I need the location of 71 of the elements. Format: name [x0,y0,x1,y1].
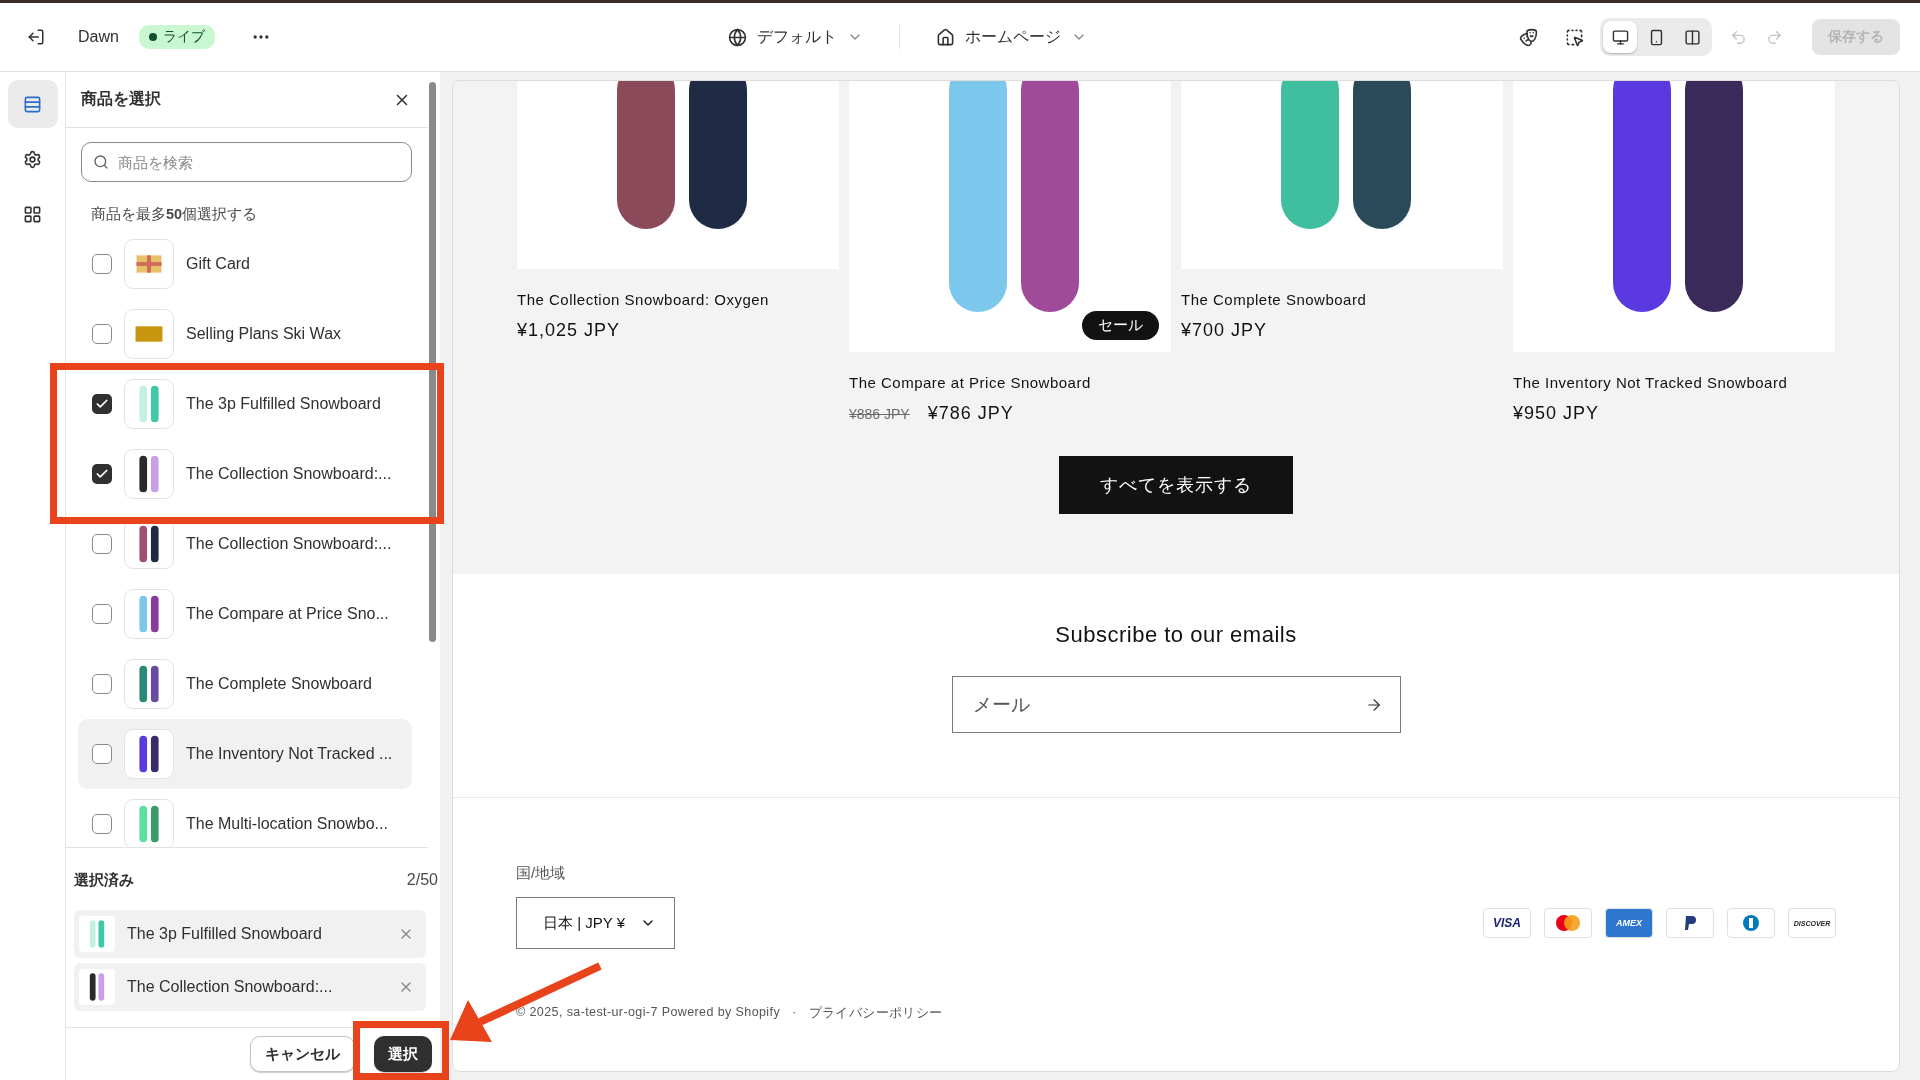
product-price: ¥700 JPY [1181,320,1268,341]
sections-icon[interactable] [7,80,58,128]
compare-at-price: ¥886 JPY [849,406,910,422]
panel-title: 商品を選択 [81,89,161,109]
subscribe-heading: Subscribe to our emails [1055,622,1297,648]
selected-product-name: The 3p Fulfilled Snowboard [127,925,323,943]
amex-card-logo: AMEX [1605,908,1653,938]
check-icon [95,397,109,411]
checkbox[interactable] [92,814,112,834]
product-thumbnail [124,659,174,709]
product-title[interactable]: The Collection Snowboard: Oxygen [517,291,839,308]
selected-heading: 選択済み [74,870,134,890]
sale-badge: セール [1082,311,1159,340]
product-name: Selling Plans Ski Wax [186,325,342,343]
checkbox[interactable] [92,324,112,344]
diners-card-logo [1727,908,1775,938]
product-name: The Collection Snowboard:... [186,465,392,483]
product-name: The Inventory Not Tracked ... [186,745,393,763]
visa-card-logo: VISA [1483,908,1531,938]
checkbox[interactable] [92,604,112,624]
product-name: The Collection Snowboard:... [186,535,392,553]
product-name: The Compare at Price Sno... [186,605,389,623]
home-icon [936,27,955,47]
search-field[interactable]: 商品を検索 [81,142,412,182]
product-thumbnail [124,309,174,359]
selected-product-name: The Collection Snowboard:... [127,978,334,996]
paypal-logo [1666,908,1714,938]
check-icon [95,467,109,481]
selected-count: 2/50 [406,871,438,889]
product-name: The Complete Snowboard [186,675,372,693]
email-field[interactable]: メール [951,676,1401,733]
search-icon [93,154,109,170]
product-name: Gift Card [186,255,250,273]
product-name: The Multi-location Snowbo... [186,815,388,833]
scrollbar-thumb[interactable] [429,82,436,642]
product-title[interactable]: The Complete Snowboard [1181,291,1503,308]
product-title[interactable]: The Compare at Price Snowboard [849,374,1171,391]
product-thumbnail [124,449,174,499]
separator-dot: · [792,1005,797,1021]
checkbox[interactable] [92,534,112,554]
mastercard-logo [1544,908,1592,938]
product-thumbnail [79,916,115,952]
checkbox[interactable] [92,674,112,694]
view-all-button[interactable]: すべてを表示する [1059,456,1293,514]
privacy-policy-link[interactable]: プライバシーポリシー [808,1005,943,1022]
product-title[interactable]: The Inventory Not Tracked Snowboard [1513,374,1835,391]
selection-limit-hint: 商品を最多50個選択する [91,205,259,224]
product-list-item-hover-background[interactable]: The Inventory Not Tracked ... [78,719,412,789]
live-status-badge: ライブ [138,25,215,49]
product-thumbnail [124,239,174,289]
page-dropdown[interactable]: ホームページ [928,22,1095,52]
checkbox[interactable] [92,254,112,274]
product-thumbnail [124,589,174,639]
product-thumbnail [124,379,174,429]
cancel-button[interactable]: キャンセル [250,1036,355,1072]
country-dropdown[interactable]: 日本 | JPY ¥ [516,897,675,949]
product-name: The 3p Fulfilled Snowboard [186,395,381,413]
globe-icon [728,27,747,47]
template-dropdown[interactable]: デフォルト [720,22,871,52]
checkbox[interactable] [92,394,112,414]
product-price: ¥950 JPY [1513,403,1600,424]
desktop-view-icon[interactable] [1603,21,1637,53]
select-button[interactable]: 選択 [374,1036,432,1072]
product-price: ¥786 JPY [927,403,1014,424]
theme-name: Dawn [78,28,119,46]
country-label: 国/地域 [516,864,567,883]
product-price: ¥1,025 JPY [517,320,621,341]
product-thumbnail [79,969,115,1005]
product-thumbnail [124,729,174,779]
checkbox[interactable] [92,464,112,484]
checkbox[interactable] [92,744,112,764]
